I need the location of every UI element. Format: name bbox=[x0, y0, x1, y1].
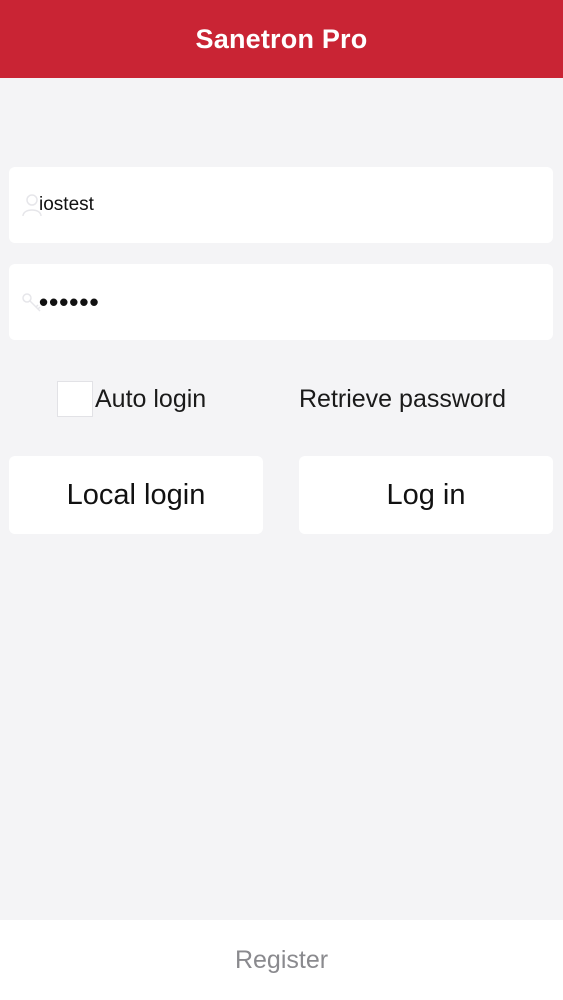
password-value[interactable]: •••••• bbox=[39, 264, 100, 340]
password-field[interactable]: •••••• bbox=[9, 264, 553, 340]
username-value[interactable]: iostest bbox=[39, 167, 94, 243]
auto-login-toggle[interactable]: Auto login bbox=[57, 379, 206, 419]
retrieve-password-link[interactable]: Retrieve password bbox=[299, 379, 506, 419]
local-login-button[interactable]: Local login bbox=[9, 456, 263, 534]
register-link[interactable]: Register bbox=[235, 946, 328, 975]
username-field[interactable]: iostest bbox=[9, 167, 553, 243]
auto-login-checkbox[interactable] bbox=[57, 381, 93, 417]
page-title: Sanetron Pro bbox=[195, 23, 368, 54]
footer-bar: Register bbox=[0, 920, 563, 1000]
login-button[interactable]: Log in bbox=[299, 456, 553, 534]
app-header: Sanetron Pro bbox=[0, 0, 563, 78]
auto-login-label[interactable]: Auto login bbox=[95, 385, 206, 414]
